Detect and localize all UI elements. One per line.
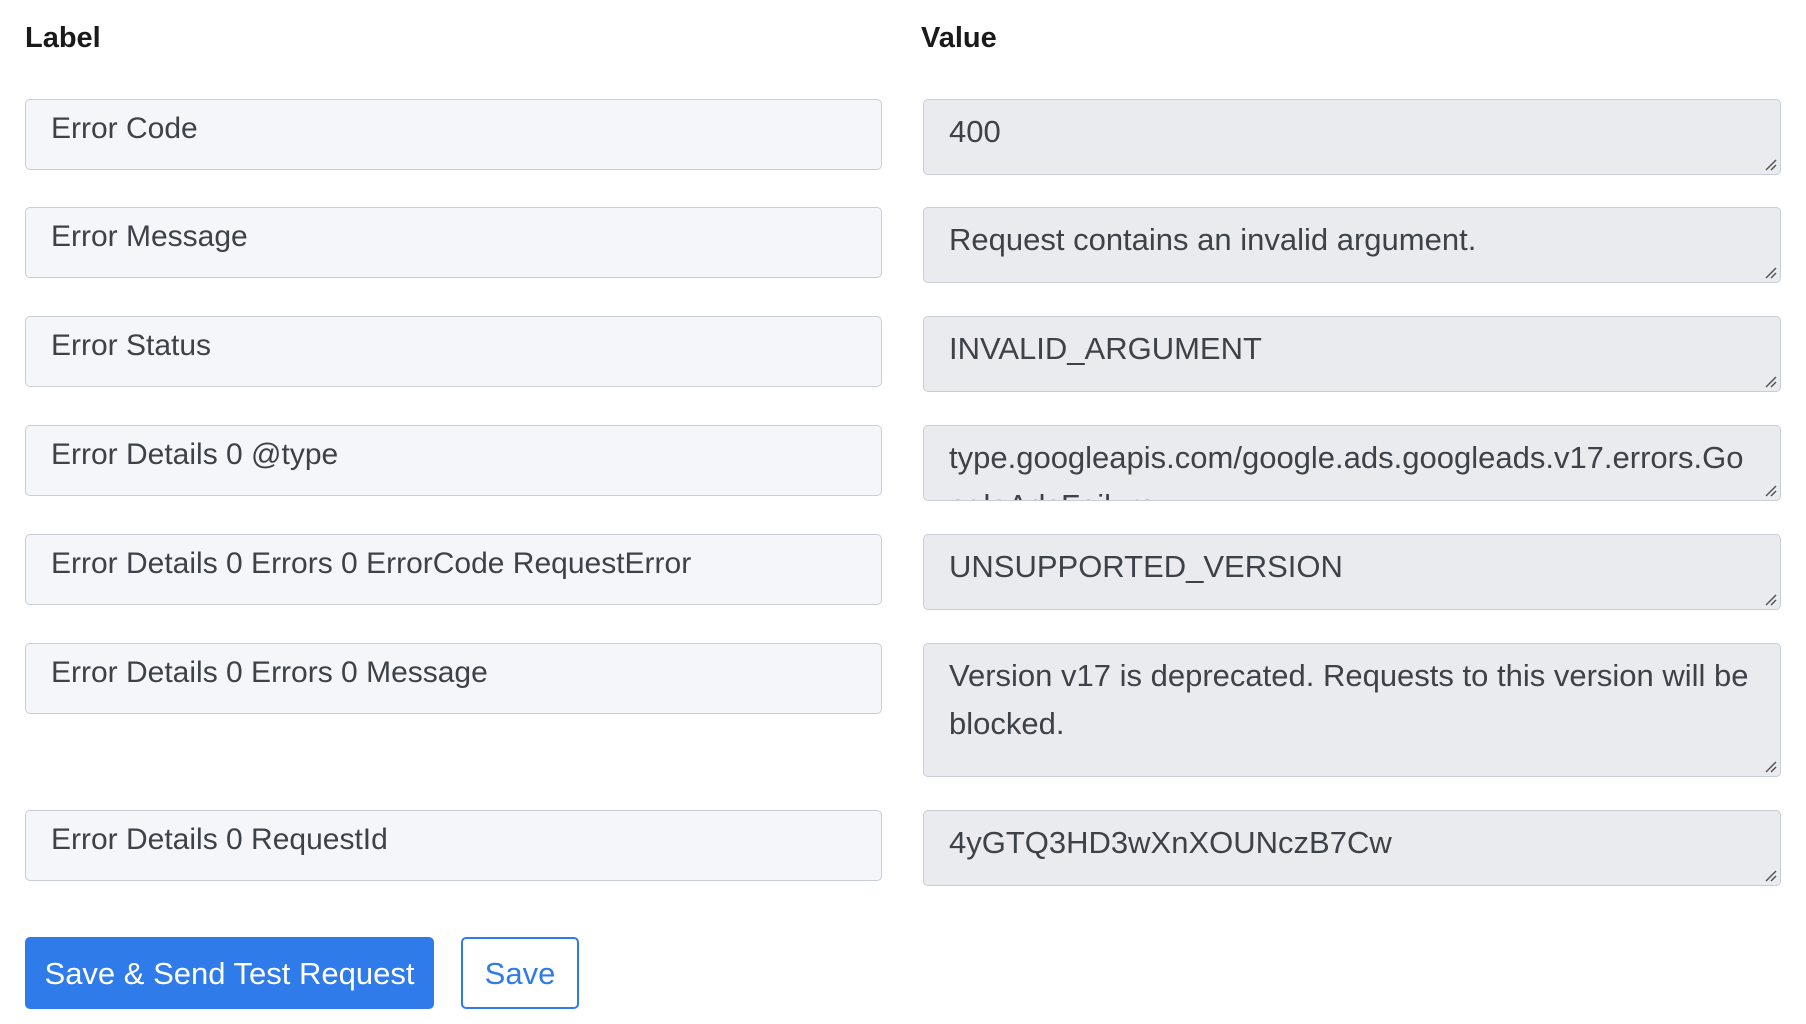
value-text: INVALID_ARGUMENT [949,331,1262,366]
value-text: Version v17 is deprecated. Requests to t… [949,658,1749,741]
resize-handle-icon[interactable] [1763,759,1777,773]
value-field-request-id[interactable]: 4yGTQ3HD3wXnXOUNczB7Cw [923,810,1781,886]
label-field-error-message[interactable]: Error Message [25,207,882,278]
label-column-header: Label [25,22,101,54]
resize-handle-icon[interactable] [1763,868,1777,882]
resize-handle-icon[interactable] [1763,265,1777,279]
label-field-error-status[interactable]: Error Status [25,316,882,387]
value-field-error-code-request-error[interactable]: UNSUPPORTED_VERSION [923,534,1781,610]
value-field-error-message[interactable]: Request contains an invalid argument. [923,207,1781,283]
value-text: type.googleapis.com/google.ads.googleads… [949,440,1744,500]
resize-handle-icon[interactable] [1763,157,1777,171]
label-field-error-code[interactable]: Error Code [25,99,882,170]
response-mapping-form: Label Value Error Code 400 Error Message… [0,0,1806,1024]
value-text: UNSUPPORTED_VERSION [949,549,1343,584]
value-text: Request contains an invalid argument. [949,222,1477,257]
resize-handle-icon[interactable] [1763,483,1777,497]
label-field-error-code-request-error[interactable]: Error Details 0 Errors 0 ErrorCode Reque… [25,534,882,605]
save-button[interactable]: Save [461,937,579,1009]
value-text: 400 [949,114,1001,149]
label-field-errors-message[interactable]: Error Details 0 Errors 0 Message [25,643,882,714]
value-field-error-details-type[interactable]: type.googleapis.com/google.ads.googleads… [923,425,1781,501]
value-column-header: Value [921,22,997,54]
label-field-error-details-type[interactable]: Error Details 0 @type [25,425,882,496]
resize-handle-icon[interactable] [1763,374,1777,388]
label-field-request-id[interactable]: Error Details 0 RequestId [25,810,882,881]
resize-handle-icon[interactable] [1763,592,1777,606]
value-field-error-status[interactable]: INVALID_ARGUMENT [923,316,1781,392]
value-field-errors-message[interactable]: Version v17 is deprecated. Requests to t… [923,643,1781,777]
value-field-error-code[interactable]: 400 [923,99,1781,175]
save-and-send-test-request-button[interactable]: Save & Send Test Request [25,937,434,1009]
value-text: 4yGTQ3HD3wXnXOUNczB7Cw [949,825,1392,860]
